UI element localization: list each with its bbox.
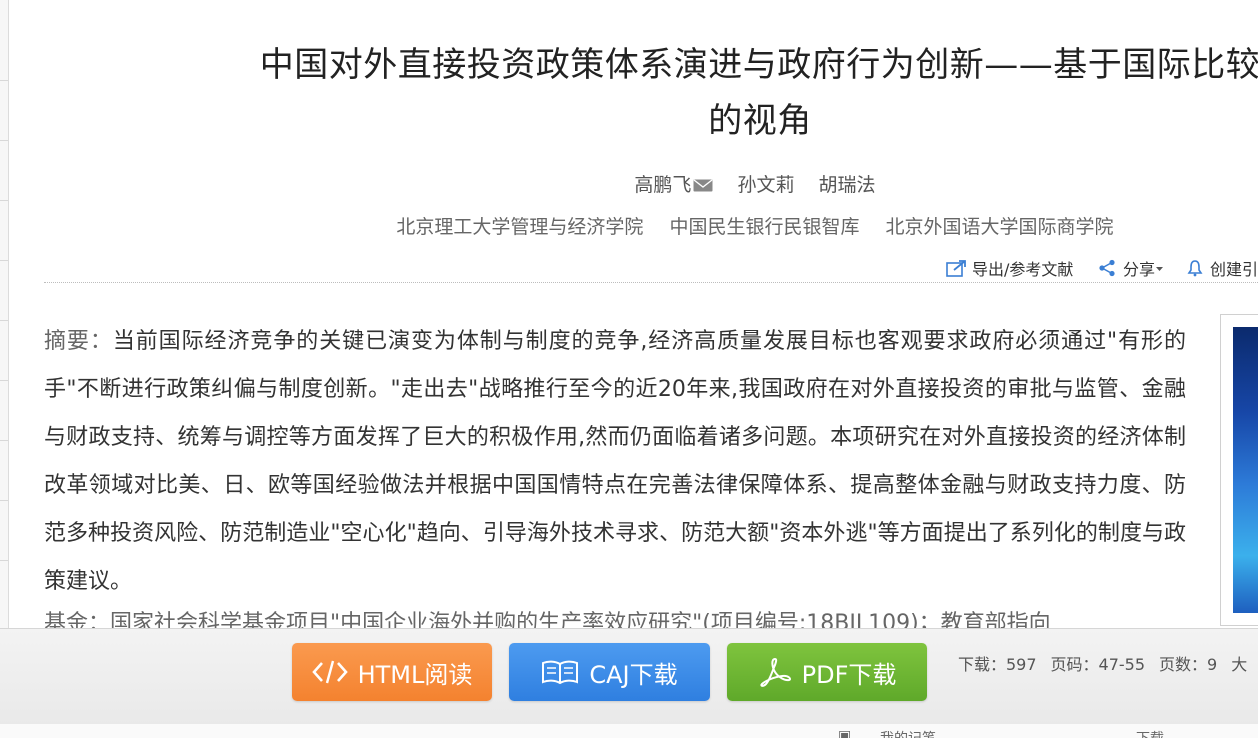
my-notes-link[interactable]: 我的记笔 [880, 728, 936, 738]
chevron-down-icon [1156, 266, 1164, 271]
footer-toolbar: ▣ 我的记笔 下载 [0, 724, 1258, 738]
author-list: 高鹏飞 孙文莉 胡瑞法 [0, 170, 1258, 197]
organization-list: 北京理工大学管理与经济学院 中国民生银行民银智库 北京外国语大学国际商学院 [0, 212, 1258, 239]
organization-link[interactable]: 中国民生银行民银智库 [669, 216, 859, 238]
abstract: 摘要：当前国际经济竞争的关键已演变为体制与制度的竞争,经济高质量发展目标也客观要… [44, 318, 1186, 606]
pdf-icon [759, 657, 791, 687]
html-read-button[interactable]: HTML阅读 [292, 643, 492, 701]
page-range: 页码：47-55 [1050, 655, 1146, 674]
download-stats: 下载：597 页码：47-55 页数：9 大 [958, 651, 1258, 675]
pdf-download-button[interactable]: PDF下载 [727, 643, 927, 701]
fund-info: 基金：国家社会科学基金项目"中国企业海外并购的生产率效应研究"(项目编号:18B… [44, 600, 1186, 628]
download-count: 下载：597 [958, 655, 1037, 674]
journal-cover-thumbnail[interactable] [1220, 314, 1258, 626]
footer-download-link[interactable]: 下载 [1136, 728, 1164, 738]
export-icon [946, 260, 966, 277]
share-icon [1099, 259, 1115, 277]
export-button[interactable]: 导出/参考文献 [946, 256, 1073, 280]
author-link[interactable]: 高鹏飞 [634, 174, 713, 196]
author-link[interactable]: 胡瑞法 [819, 174, 876, 196]
journal-cover-image [1233, 327, 1258, 613]
caj-download-button[interactable]: CAJ下载 [509, 643, 710, 701]
fund-label: 基金： [44, 611, 111, 628]
create-citation-button[interactable]: 创建引 [1186, 256, 1258, 280]
article-title: 中国对外直接投资政策体系演进与政府行为创新——基于国际比较 [259, 45, 1258, 85]
author-link[interactable]: 孙文莉 [737, 174, 794, 196]
divider [44, 282, 1258, 283]
book-icon [542, 660, 579, 685]
abstract-text: 当前国际经济竞争的关键已演变为体制与制度的竞争,经济高质量发展目标也客观要求政府… [44, 329, 1186, 594]
page-count: 页数：9 [1159, 655, 1218, 674]
fund-text: 国家社会科学基金项目"中国企业海外并购的生产率效应研究"(项目编号:18BJL1… [110, 611, 1051, 628]
organization-link[interactable]: 北京理工大学管理与经济学院 [396, 216, 643, 238]
mail-icon[interactable] [693, 179, 713, 192]
abstract-label: 摘要： [44, 329, 113, 354]
file-size-prefix: 大 [1231, 655, 1248, 674]
share-button[interactable]: 分享 [1098, 256, 1164, 280]
bell-icon [1187, 260, 1203, 277]
download-bar: HTML阅读 CAJ下载 PDF下载 下载：597 页码：47-55 页数：9 大 [0, 628, 1258, 725]
code-icon [311, 660, 348, 684]
article-toolbar: 导出/参考文献 分享 创建引 [946, 254, 1258, 280]
notes-icon[interactable]: ▣ [838, 728, 851, 738]
article-title-continued: 的视角 [708, 101, 812, 141]
organization-link[interactable]: 北京外国语大学国际商学院 [886, 216, 1114, 238]
